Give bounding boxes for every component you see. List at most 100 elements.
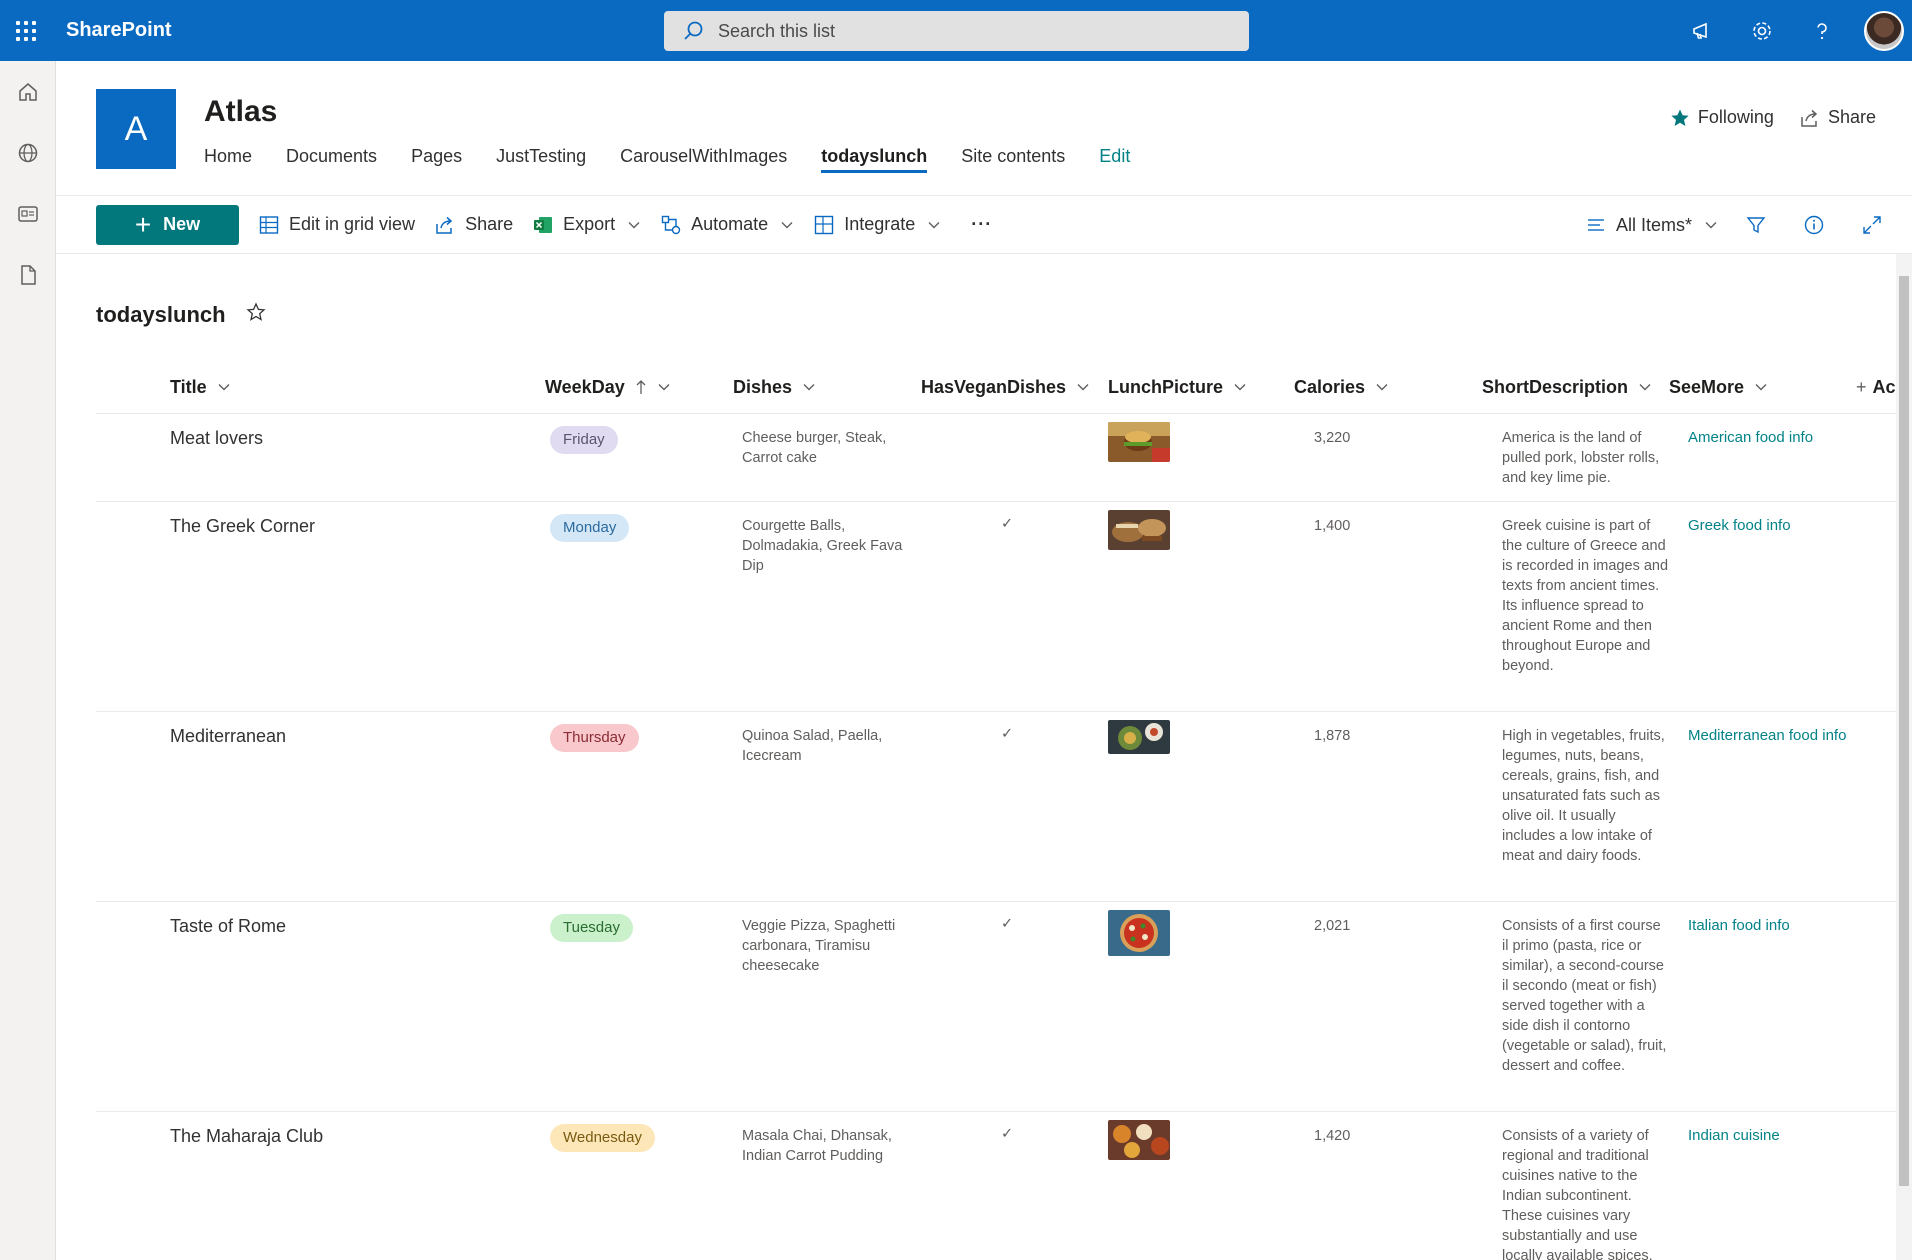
- nav-todayslunch[interactable]: todayslunch: [821, 139, 928, 173]
- column-header-title[interactable]: Title: [170, 360, 231, 414]
- news-rail-button[interactable]: [0, 183, 56, 244]
- lunch-picture[interactable]: [1108, 720, 1170, 754]
- suite-actions: [1672, 0, 1912, 61]
- weekday-pill: Monday: [550, 514, 630, 542]
- share-icon: [1801, 109, 1818, 127]
- see-more-link[interactable]: Italian food info: [1688, 916, 1790, 936]
- calories-cell: 1,420: [1314, 1128, 1351, 1144]
- sharepoint-brand-link[interactable]: SharePoint: [66, 19, 172, 42]
- column-header-lunchpicture[interactable]: LunchPicture: [1108, 360, 1247, 414]
- nav-carouselwithimages[interactable]: CarouselWithImages: [620, 139, 787, 173]
- row-title[interactable]: Taste of Rome: [170, 916, 286, 936]
- table-row[interactable]: Mediterranean Thursday Quinoa Salad, Pae…: [96, 712, 1896, 902]
- nav-home[interactable]: Home: [204, 139, 252, 173]
- megaphone-button[interactable]: [1672, 0, 1732, 61]
- add-column-button[interactable]: + Ac: [1856, 360, 1896, 414]
- chevron-down-icon: [1755, 384, 1767, 391]
- table-row[interactable]: Taste of Rome Tuesday Veggie Pizza, Spag…: [96, 902, 1896, 1112]
- weekday-cell: Friday: [550, 426, 618, 454]
- share-label: Share: [465, 214, 514, 234]
- integrate-label: Integrate: [844, 214, 916, 234]
- weekday-pill: Wednesday: [550, 1124, 655, 1152]
- see-more-link[interactable]: Indian cuisine: [1688, 1126, 1780, 1146]
- chevron-down-icon: [1376, 384, 1388, 391]
- list-title: todayslunch: [96, 302, 226, 327]
- sites-rail-button[interactable]: [0, 122, 56, 183]
- scrollbar-thumb[interactable]: [1899, 276, 1909, 1186]
- see-more-link[interactable]: Greek food info: [1688, 516, 1791, 536]
- dishes-cell: Quinoa Salad, Paella, Icecream: [742, 728, 883, 764]
- site-actions: Following Share: [1644, 107, 1876, 128]
- pizza-photo-icon: [1108, 910, 1170, 956]
- weekday-cell: Monday: [550, 514, 630, 542]
- vegan-check: ✓: [1001, 916, 1014, 932]
- settings-button[interactable]: [1732, 0, 1792, 61]
- nav-pages[interactable]: Pages: [411, 139, 462, 173]
- lunch-picture[interactable]: [1108, 422, 1170, 462]
- plus-icon: +: [134, 208, 152, 240]
- column-header-hasvegandishes[interactable]: HasVeganDishes: [921, 360, 1090, 414]
- column-header-seemore[interactable]: SeeMore: [1669, 360, 1768, 414]
- row-title[interactable]: Mediterranean: [170, 726, 286, 746]
- dishes-cell: Veggie Pizza, Spaghetti carbonara, Tiram…: [742, 918, 896, 974]
- nav-justtesting[interactable]: JustTesting: [496, 139, 586, 173]
- nav-site-contents[interactable]: Site contents: [961, 139, 1065, 173]
- home-rail-button[interactable]: [0, 61, 56, 122]
- dishes-cell: Cheese burger, Steak, Carrot cake: [742, 430, 887, 466]
- more-options-button[interactable]: ···: [971, 214, 992, 235]
- edit-grid-view-button[interactable]: Edit in grid view: [259, 214, 415, 235]
- share-button[interactable]: Share: [435, 214, 513, 235]
- table-row[interactable]: Meat lovers Friday Cheese burger, Steak,…: [96, 414, 1896, 502]
- column-header-dishes[interactable]: Dishes: [733, 360, 816, 414]
- site-logo[interactable]: A: [96, 89, 176, 169]
- table-row[interactable]: The Maharaja Club Wednesday Masala Chai,…: [96, 1112, 1896, 1260]
- burger-photo-icon: [1108, 422, 1170, 462]
- see-more-link[interactable]: American food info: [1688, 428, 1813, 448]
- following-button[interactable]: Following: [1670, 107, 1774, 128]
- help-button[interactable]: [1792, 0, 1852, 61]
- lunch-picture[interactable]: [1108, 510, 1170, 550]
- search-box[interactable]: [664, 11, 1249, 51]
- favorite-button[interactable]: [246, 302, 266, 328]
- dishes-cell: Masala Chai, Dhansak, Indian Carrot Pudd…: [742, 1128, 892, 1164]
- search-input[interactable]: [718, 20, 1198, 42]
- edit-grid-view-label: Edit in grid view: [289, 214, 416, 234]
- nav-edit-link[interactable]: Edit: [1099, 139, 1130, 173]
- lunch-picture[interactable]: [1108, 1120, 1170, 1160]
- column-header-calories[interactable]: Calories: [1294, 360, 1389, 414]
- calories-cell: 2,021: [1314, 918, 1351, 934]
- new-button[interactable]: + New: [96, 204, 239, 245]
- site-share-button[interactable]: Share: [1800, 107, 1876, 128]
- chevron-down-icon: [628, 221, 640, 228]
- row-title[interactable]: The Maharaja Club: [170, 1126, 323, 1146]
- see-more-link[interactable]: Mediterranean food info: [1688, 726, 1846, 746]
- column-header-shortdescription[interactable]: ShortDescription: [1482, 360, 1652, 414]
- info-button[interactable]: [1804, 215, 1834, 235]
- dishes-cell: Courgette Balls, Dolmadakia, Greek Fava …: [742, 518, 903, 574]
- lunch-picture[interactable]: [1108, 910, 1170, 956]
- app-launcher-button[interactable]: [0, 0, 52, 61]
- row-title[interactable]: Meat lovers: [170, 428, 263, 448]
- automate-icon: [661, 215, 681, 234]
- row-title[interactable]: The Greek Corner: [170, 516, 315, 536]
- files-rail-button[interactable]: [0, 244, 56, 305]
- expand-button[interactable]: [1862, 215, 1892, 235]
- weekday-pill: Friday: [550, 426, 618, 454]
- integrate-button[interactable]: Integrate: [814, 214, 941, 235]
- automate-button[interactable]: Automate: [661, 214, 794, 235]
- description-cell: Consists of a variety of regional and tr…: [1502, 1128, 1653, 1260]
- app-bar: [0, 61, 56, 1260]
- column-title-label: Title: [170, 376, 207, 397]
- site-title[interactable]: Atlas: [204, 95, 277, 129]
- column-header-weekday[interactable]: WeekDay: [545, 360, 671, 414]
- avatar[interactable]: [1864, 10, 1904, 51]
- column-calories-label: Calories: [1294, 376, 1366, 397]
- table-row[interactable]: The Greek Corner Monday Courgette Balls,…: [96, 502, 1896, 712]
- suite-bar: SharePoint: [0, 0, 1912, 61]
- filter-button[interactable]: [1746, 215, 1776, 235]
- vertical-scrollbar[interactable]: [1896, 254, 1912, 1260]
- filter-icon: [1746, 217, 1766, 234]
- export-button[interactable]: Export: [533, 214, 641, 235]
- nav-documents[interactable]: Documents: [286, 139, 377, 173]
- view-switcher-button[interactable]: All Items*: [1586, 215, 1718, 236]
